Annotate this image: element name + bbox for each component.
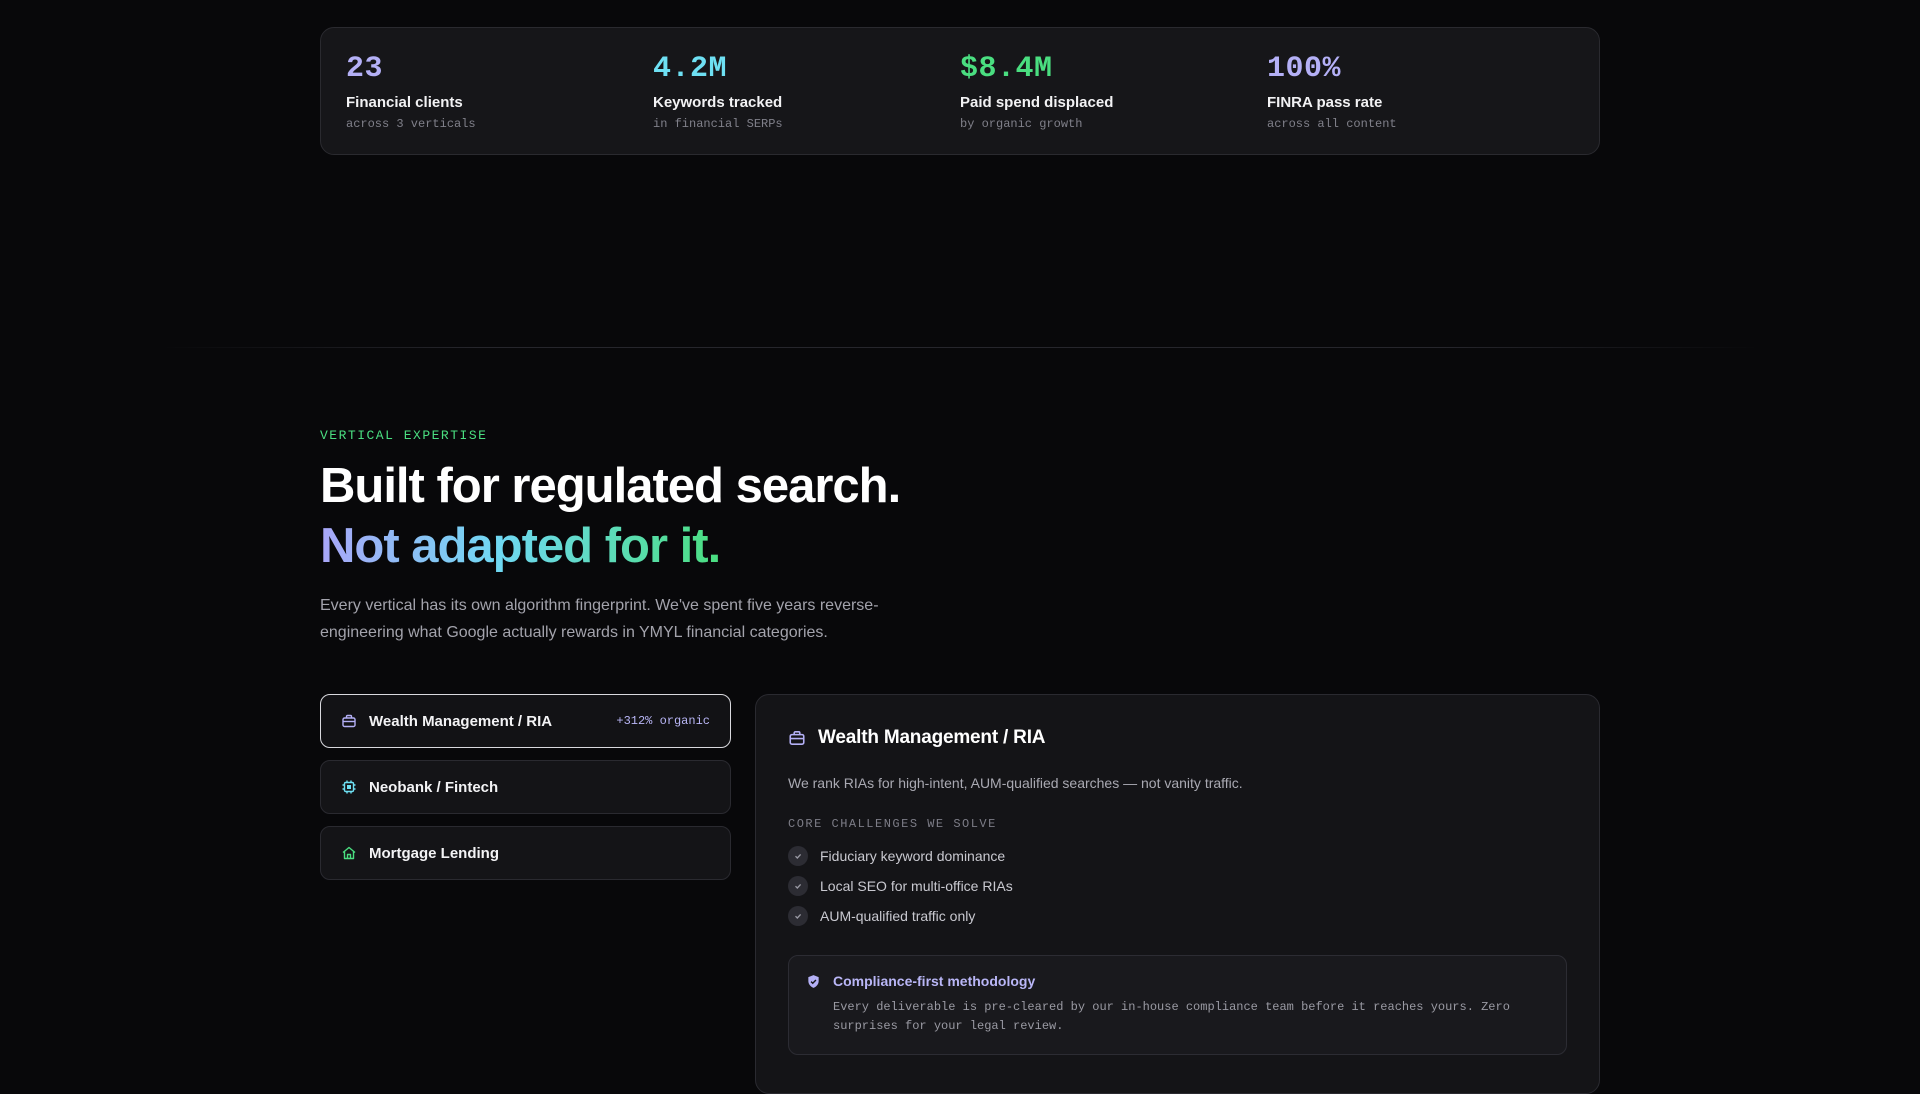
stat-label: Financial clients xyxy=(346,94,463,111)
stat-label: FINRA pass rate xyxy=(1267,94,1383,111)
panel-header: Wealth Management / RIA xyxy=(788,727,1567,749)
list-item: Fiduciary keyword dominance xyxy=(788,841,1567,871)
stat-paid-spend-displaced: $8.4M Paid spend displaced by organic gr… xyxy=(960,52,1267,154)
panel-description: We rank RIAs for high-intent, AUM-qualif… xyxy=(788,775,1243,791)
tab-mortgage-lending[interactable]: Mortgage Lending xyxy=(320,826,731,880)
stat-finra-pass-rate: 100% FINRA pass rate across all content xyxy=(1267,52,1574,154)
check-icon xyxy=(788,906,808,926)
callout-body: Every deliverable is pre-cleared by our … xyxy=(833,1000,1510,1033)
challenge-text: Fiduciary keyword dominance xyxy=(820,848,1006,864)
panel-title: Wealth Management / RIA xyxy=(818,727,1046,748)
callout-title: Compliance-first methodology xyxy=(833,973,1036,989)
stat-subtext: across 3 verticals xyxy=(346,117,476,131)
stat-value: 23 xyxy=(346,52,384,86)
stat-subtext: across all content xyxy=(1267,117,1397,131)
stat-financial-clients: 23 Financial clients across 3 verticals xyxy=(346,52,653,154)
challenges-list: Fiduciary keyword dominance Local SEO fo… xyxy=(788,841,1567,931)
stat-label: Keywords tracked xyxy=(653,94,783,111)
section-divider xyxy=(160,347,1760,348)
challenge-text: AUM-qualified traffic only xyxy=(820,908,976,924)
stats-bar: 23 Financial clients across 3 verticals … xyxy=(320,27,1600,155)
check-icon xyxy=(788,846,808,866)
stat-value: 4.2M xyxy=(653,52,728,86)
stat-value: $8.4M xyxy=(960,52,1053,86)
stat-value: 100% xyxy=(1267,52,1342,86)
stat-subtext: in financial SERPs xyxy=(653,117,783,131)
house-icon xyxy=(341,845,357,861)
vertical-detail-panel: Wealth Management / RIA We rank RIAs for… xyxy=(755,694,1600,1094)
tab-wealth-management[interactable]: Wealth Management / RIA +312% organic xyxy=(320,694,731,748)
section-headline-accent: Not adapted for it. xyxy=(320,516,721,576)
vertical-tab-list: Wealth Management / RIA +312% organic Ne… xyxy=(320,694,731,892)
callout-content: Compliance-first methodology Every deliv… xyxy=(833,973,1546,1036)
stat-label: Paid spend displaced xyxy=(960,94,1114,111)
stat-subtext: by organic growth xyxy=(960,117,1083,131)
chip-icon xyxy=(341,779,357,795)
list-item: Local SEO for multi-office RIAs xyxy=(788,871,1567,901)
section-eyebrow: VERTICAL EXPERTISE xyxy=(320,428,488,443)
tab-neobank-fintech[interactable]: Neobank / Fintech xyxy=(320,760,731,814)
tab-label: Neobank / Fintech xyxy=(369,778,499,796)
stat-keywords-tracked: 4.2M Keywords tracked in financial SERPs xyxy=(653,52,960,154)
tab-growth-badge: +312% organic xyxy=(616,714,710,728)
check-icon xyxy=(788,876,808,896)
list-item: AUM-qualified traffic only xyxy=(788,901,1567,931)
section-headline: Built for regulated search. xyxy=(320,459,901,513)
section-description: Every vertical has its own algorithm fin… xyxy=(320,597,879,641)
shield-check-icon xyxy=(806,974,821,989)
challenges-heading: CORE CHALLENGES WE SOLVE xyxy=(788,817,997,831)
tab-label: Wealth Management / RIA xyxy=(369,712,553,730)
compliance-callout: Compliance-first methodology Every deliv… xyxy=(788,955,1567,1055)
briefcase-icon xyxy=(788,729,806,747)
briefcase-icon xyxy=(341,713,357,729)
challenge-text: Local SEO for multi-office RIAs xyxy=(820,878,1013,894)
tab-label: Mortgage Lending xyxy=(369,844,499,862)
